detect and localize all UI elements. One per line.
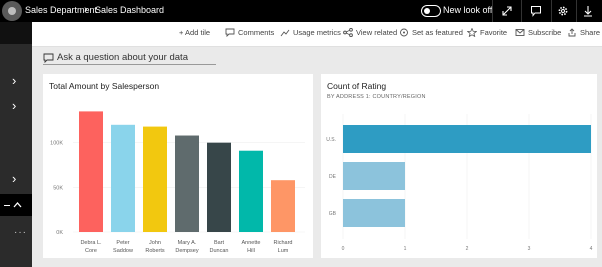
x-tick-label: Roberts (145, 248, 165, 254)
breadcrumb-chevron-icon: › (84, 4, 88, 15)
x-tick-label: Bart (214, 240, 225, 246)
tile-count-rating[interactable]: Count of Rating BY ADDRESS 1: COUNTRY/RE… (321, 74, 597, 258)
comments-label: Comments (238, 28, 275, 37)
bar-chart-country: 0 1 2 3 4 U.S. DE GB (326, 114, 593, 252)
bar[interactable] (175, 135, 199, 232)
x-tick-label: 0 (342, 246, 345, 252)
tile-total-amount[interactable]: Total Amount by Salesperson 0K 50K 100K Deb… (43, 74, 313, 258)
more-icon[interactable]: ··· (14, 227, 27, 238)
x-tick-label: John (149, 240, 161, 246)
new-look-toggle[interactable] (421, 5, 441, 17)
y-tick-label: U.S. (326, 137, 336, 143)
featured-icon (400, 28, 408, 37)
share-button[interactable]: Share (567, 28, 600, 37)
fullscreen-icon[interactable] (493, 2, 521, 20)
chevron-right-icon[interactable]: › (12, 98, 16, 113)
x-tick-label: Dempsey (175, 248, 198, 254)
favorite-label: Favorite (480, 28, 508, 37)
y-tick-label: 100K (50, 141, 63, 147)
x-tick-label: Debra L. (80, 240, 102, 246)
bar[interactable] (207, 142, 231, 232)
usage-metrics-button[interactable]: Usage metrics (280, 28, 341, 37)
view-related-button[interactable]: View related (343, 28, 397, 37)
bar[interactable] (343, 162, 405, 190)
top-bar: Sales Department › Sales Dashboard New l… (0, 0, 602, 22)
view-related-label: View related (356, 28, 398, 37)
x-tick-label: Core (85, 248, 97, 254)
app-avatar-icon[interactable] (2, 1, 22, 21)
bar[interactable] (143, 126, 167, 232)
add-tile-label: + Add tile (179, 28, 211, 37)
usage-metrics-label: Usage metrics (293, 28, 341, 37)
action-bar: + Add tile Comments Usage metrics View r… (32, 22, 602, 47)
feedback-icon[interactable] (522, 2, 550, 20)
y-tick-label: 50K (53, 185, 63, 191)
nav-dash-icon (4, 205, 10, 206)
bar[interactable] (271, 180, 295, 232)
bar-chart-salesperson: 0K 50K 100K Debra L. Core Peter Saddow John Robe… (50, 111, 305, 254)
breadcrumb-dashboard[interactable]: Sales Dashboard (95, 5, 164, 15)
chevron-right-icon[interactable]: › (12, 171, 16, 186)
x-tick-label: Hill (247, 248, 255, 254)
download-icon[interactable] (574, 2, 602, 20)
bar[interactable] (343, 199, 405, 227)
x-tick-label: Mary A. (178, 240, 197, 246)
x-tick-label: Peter (116, 240, 129, 246)
bar[interactable] (343, 125, 591, 153)
qa-input[interactable]: Ask a question about your data (43, 50, 216, 65)
bar[interactable] (239, 150, 263, 232)
related-icon (343, 28, 353, 37)
y-tick-label: DE (329, 174, 337, 180)
x-tick-label: Annette (242, 240, 261, 246)
share-label: Share (580, 28, 601, 37)
star-icon (467, 28, 477, 37)
x-tick-label: 4 (590, 246, 593, 252)
x-tick-label: Richard (274, 240, 293, 246)
left-nav: › › › ··· (0, 22, 32, 267)
x-tick-label: Duncan (210, 248, 229, 254)
comment-icon (225, 28, 235, 37)
subscribe-label: Subscribe (528, 28, 562, 37)
add-tile-button[interactable]: + Add tile (179, 28, 210, 37)
chart-icon (280, 29, 290, 37)
x-tick-label: 2 (466, 246, 469, 252)
y-tick-label: 0K (56, 230, 63, 236)
comments-button[interactable]: Comments (225, 28, 274, 37)
gear-icon[interactable] (549, 2, 577, 20)
nav-section: › › (0, 67, 32, 115)
qa-placeholder: Ask a question about your data (57, 52, 188, 63)
y-tick-label: GB (329, 211, 337, 217)
x-tick-label: 3 (528, 246, 531, 252)
x-tick-label: Lum (278, 248, 289, 254)
bar[interactable] (111, 124, 135, 232)
share-icon (568, 28, 576, 37)
set-featured-label: Set as featured (412, 28, 463, 37)
new-look-label: New look off (443, 5, 493, 15)
mail-icon (515, 29, 525, 36)
favorite-button[interactable]: Favorite (467, 28, 507, 37)
set-featured-button[interactable]: Set as featured (399, 28, 463, 37)
nav-menu-strip (0, 22, 32, 44)
subscribe-button[interactable]: Subscribe (515, 28, 561, 37)
chevron-right-icon[interactable]: › (12, 73, 16, 88)
x-tick-label: 1 (404, 246, 407, 252)
chat-icon (43, 53, 54, 63)
x-tick-label: Saddow (113, 248, 133, 254)
bar[interactable] (79, 111, 103, 232)
